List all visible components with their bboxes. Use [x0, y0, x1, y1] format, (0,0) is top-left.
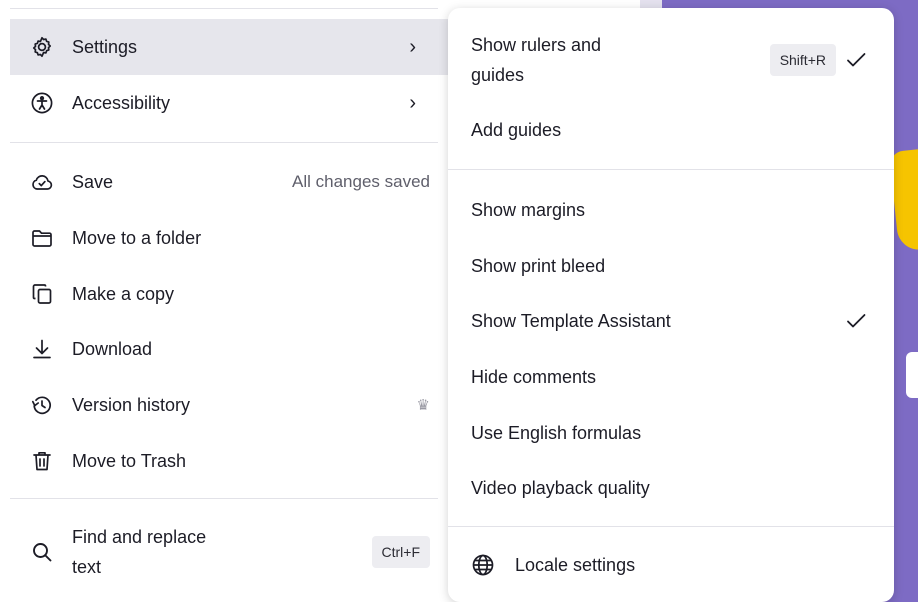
checkmark-icon — [844, 48, 868, 72]
add-guides-label: Add guides — [471, 120, 562, 140]
hide-comments-label: Hide comments — [471, 367, 597, 387]
save-label: Save — [72, 172, 114, 192]
menu-divider — [10, 498, 438, 499]
show-rulers-guides-label: Show rulers and guides — [471, 30, 770, 90]
menu-divider — [10, 8, 438, 9]
show-print-bleed-item[interactable]: Show print bleed — [448, 238, 894, 294]
move-to-trash-menu-item[interactable]: Move to Trash — [10, 433, 448, 489]
download-menu-item[interactable]: Download — [10, 321, 448, 377]
show-rulers-label-line2: guides — [471, 65, 525, 85]
copy-icon — [30, 282, 54, 306]
hide-comments-item[interactable]: Hide comments — [448, 349, 894, 405]
show-margins-item[interactable]: Show margins — [448, 182, 894, 238]
accessibility-label: Accessibility — [72, 93, 171, 113]
chevron-right-icon: › — [409, 35, 416, 58]
move-to-folder-menu-item[interactable]: Move to a folder — [10, 210, 448, 266]
save-status-text: All changes saved — [292, 172, 430, 191]
add-guides-item[interactable]: Add guides — [448, 102, 894, 158]
move-to-folder-label: Move to a folder — [72, 228, 202, 248]
show-template-assistant-label: Show Template Assistant — [471, 311, 671, 331]
use-english-formulas-item[interactable]: Use English formulas — [448, 405, 894, 461]
submenu-divider — [448, 169, 894, 170]
find-replace-label-line2: text — [72, 557, 102, 577]
settings-submenu: Show rulers and guides Shift+R Add guide… — [448, 8, 894, 602]
submenu-divider — [448, 526, 894, 527]
gear-icon — [30, 35, 54, 59]
locale-settings-item[interactable]: Locale settings — [448, 537, 894, 593]
show-print-bleed-label: Show print bleed — [471, 256, 606, 276]
checkmark-icon — [844, 309, 868, 333]
settings-menu-item[interactable]: Settings › — [10, 19, 448, 75]
video-playback-quality-item[interactable]: Video playback quality — [448, 460, 894, 516]
crown-icon: ♛ — [416, 397, 430, 414]
show-rulers-label-line1: Show rulers and — [471, 35, 602, 55]
history-icon — [30, 393, 54, 417]
chevron-right-icon: › — [409, 91, 416, 114]
find-replace-label: Find and replace text — [72, 522, 372, 582]
download-label: Download — [72, 339, 153, 359]
find-replace-shortcut: Ctrl+F — [371, 536, 430, 568]
file-menu: Settings › Accessibility › Save All chan… — [0, 0, 448, 602]
menu-divider — [10, 142, 438, 143]
show-template-assistant-item[interactable]: Show Template Assistant — [448, 293, 894, 349]
cloud-check-icon — [30, 170, 54, 194]
globe-icon — [471, 553, 495, 577]
show-margins-label: Show margins — [471, 200, 586, 220]
trash-icon — [30, 449, 54, 473]
accessibility-icon — [30, 91, 54, 115]
show-rulers-guides-item[interactable]: Show rulers and guides Shift+R — [448, 22, 894, 98]
settings-label: Settings — [72, 37, 138, 57]
accessibility-menu-item[interactable]: Accessibility › — [10, 75, 448, 131]
move-to-trash-label: Move to Trash — [72, 451, 187, 471]
locale-settings-label: Locale settings — [515, 555, 636, 575]
use-english-formulas-label: Use English formulas — [471, 423, 642, 443]
download-icon — [30, 337, 54, 361]
version-history-menu-item[interactable]: Version history ♛ — [10, 377, 448, 433]
make-copy-label: Make a copy — [72, 284, 175, 304]
video-playback-quality-label: Video playback quality — [471, 478, 650, 498]
version-history-label: Version history — [72, 395, 191, 415]
search-icon — [30, 540, 54, 564]
save-menu-item[interactable]: Save All changes saved — [10, 154, 448, 210]
find-replace-menu-item[interactable]: Find and replace text Ctrl+F — [10, 520, 448, 584]
folder-icon — [30, 226, 54, 250]
make-copy-menu-item[interactable]: Make a copy — [10, 266, 448, 322]
find-replace-label-line1: Find and replace — [72, 527, 207, 547]
show-rulers-shortcut: Shift+R — [769, 44, 836, 76]
canvas-white-shape — [906, 352, 918, 398]
